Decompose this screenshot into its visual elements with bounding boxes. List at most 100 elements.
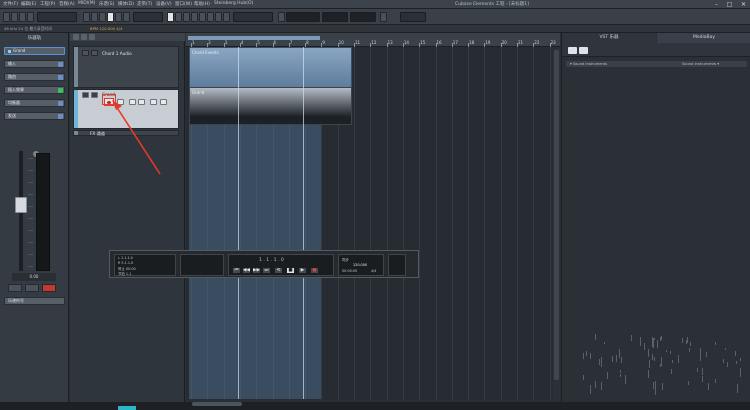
sync-label[interactable]: 同步	[342, 257, 349, 262]
section-toggle-icon[interactable]	[58, 62, 63, 67]
horizontal-scroll-thumb[interactable]	[192, 402, 242, 406]
texture-stroke	[725, 347, 727, 350]
close-icon[interactable]: ✕	[739, 1, 748, 8]
play-button[interactable]: ▶	[298, 267, 307, 274]
mute-button[interactable]	[82, 92, 89, 98]
color-palette-icon[interactable]	[380, 12, 387, 22]
forward-icon[interactable]	[91, 12, 98, 22]
grid-line	[500, 47, 502, 400]
clip-label: Chord Events	[192, 50, 219, 55]
texture-stroke	[702, 376, 704, 383]
menu-help[interactable]: 帮助(H)	[194, 1, 210, 7]
mute-button[interactable]	[82, 50, 89, 56]
play-icon[interactable]	[115, 12, 122, 22]
range-tool-icon[interactable]	[175, 12, 182, 22]
solo-button[interactable]	[91, 50, 98, 56]
inspector-section-eq[interactable]: 均衡器	[4, 99, 65, 107]
tool-group-select[interactable]	[133, 12, 163, 22]
track-name[interactable]: Chord 1 Audio	[102, 51, 132, 56]
mute-button[interactable]	[8, 284, 22, 292]
scroll-thumb[interactable]	[554, 50, 559, 380]
tab-mediabay[interactable]: MediaBay	[657, 33, 750, 43]
stop-icon[interactable]	[107, 12, 114, 22]
menu-score[interactable]: 乐谱(S)	[99, 1, 114, 7]
zoom-tool-icon[interactable]	[207, 12, 214, 22]
right-locator-text[interactable]: R 5.1.1.0	[118, 261, 133, 265]
section-toggle-icon[interactable]	[58, 101, 63, 106]
signature-display[interactable]: 4/4	[371, 269, 376, 273]
mute-tool-icon[interactable]	[215, 12, 222, 22]
inspector-output-routing[interactable]: Grand	[4, 47, 65, 55]
tab-vst-instruments[interactable]: VST 乐器	[562, 33, 656, 43]
menu-window[interactable]: 窗口(W)	[175, 1, 192, 7]
left-locator-text[interactable]: L 1.1.1.0	[118, 256, 133, 260]
instrument-options-icon[interactable]	[579, 47, 588, 54]
draw-tool-icon[interactable]	[223, 12, 230, 22]
forward-button[interactable]: ▶▶	[252, 267, 261, 274]
pool-toggle-icon[interactable]	[27, 12, 34, 22]
menu-midi[interactable]: MIDI(M)	[78, 1, 95, 6]
erase-tool-icon[interactable]	[199, 12, 206, 22]
goto-start-button[interactable]: ⏮	[232, 267, 241, 274]
inspector-section-inserts[interactable]: 插入效果	[4, 86, 65, 94]
inspector-section-sends[interactable]: 发送	[4, 112, 65, 120]
add-instrument-icon[interactable]	[568, 47, 577, 54]
track-name[interactable]: FX 通道	[90, 131, 105, 137]
workspace-button[interactable]	[400, 12, 426, 22]
vertical-scrollbar[interactable]	[553, 47, 560, 400]
solo-button[interactable]	[91, 92, 98, 98]
snap-toggle-icon[interactable]	[278, 12, 285, 22]
record-button[interactable]: ●	[310, 267, 319, 274]
menu-transport[interactable]: 走带(T)	[137, 1, 152, 7]
track-chord[interactable]: Chord 1 Audio	[73, 46, 179, 88]
split-tool-icon[interactable]	[183, 12, 190, 22]
volume-fader-handle[interactable]	[15, 197, 27, 213]
menu-media[interactable]: 媒体(D)	[118, 1, 134, 7]
object-select-tool-icon[interactable]	[167, 12, 174, 22]
position-display[interactable]: 1 . 1 . 1 . 0	[259, 258, 284, 263]
section-toggle-icon[interactable]	[58, 114, 63, 119]
cycle-icon[interactable]	[99, 12, 106, 22]
glue-tool-icon[interactable]	[191, 12, 198, 22]
menu-project[interactable]: 工程(P)	[40, 1, 55, 7]
maximize-icon[interactable]: □	[725, 1, 734, 8]
menu-devices[interactable]: 设备(V)	[156, 1, 172, 7]
inspector-section-input[interactable]: 输入	[4, 60, 65, 68]
header-right-text[interactable]: Sound Instruments ▾	[682, 61, 719, 67]
record-enable-button[interactable]	[42, 284, 56, 292]
midi-part-clip[interactable]: Grand	[189, 87, 352, 125]
header-left-text[interactable]: ▾ Sound Instruments	[570, 61, 607, 67]
grid-type-select[interactable]	[322, 12, 348, 22]
menu-steinberg-hub[interactable]: Steinberg Hub(O)	[214, 1, 253, 6]
track-settings-icon[interactable]	[89, 34, 95, 40]
add-track-icon[interactable]	[73, 34, 79, 40]
menu-audio[interactable]: 音频(A)	[59, 1, 75, 7]
cycle-range-bar[interactable]	[188, 36, 320, 40]
track-filter-icon[interactable]	[81, 34, 87, 40]
goto-end-button[interactable]: ⏭	[262, 267, 271, 274]
texture-stroke	[655, 386, 657, 396]
snap-type-select[interactable]	[286, 12, 320, 22]
section-toggle-icon[interactable]	[58, 75, 63, 80]
rewind-button[interactable]: ◀◀	[242, 267, 251, 274]
minimize-icon[interactable]: –	[712, 1, 721, 8]
inspector-section-routing[interactable]: 路由	[4, 73, 65, 81]
tempo-display[interactable]: 120.000	[353, 263, 367, 267]
chord-event-clip[interactable]: Chord Events	[189, 47, 352, 89]
cycle-button[interactable]: ⟲	[274, 267, 283, 274]
menu-edit[interactable]: 编辑(E)	[21, 1, 36, 7]
inspector-toggle-icon[interactable]	[3, 12, 10, 22]
stop-button[interactable]: ■	[286, 267, 295, 274]
solo-button[interactable]	[25, 284, 39, 292]
menu-file[interactable]: 文件(F)	[3, 1, 18, 7]
nudge-palette[interactable]	[233, 12, 273, 22]
automation-mode-select[interactable]	[37, 12, 77, 22]
quantize-select[interactable]	[350, 12, 376, 22]
rewind-icon[interactable]	[83, 12, 90, 22]
volume-readout[interactable]: 0.00	[12, 273, 56, 281]
infoline-toggle-icon[interactable]	[11, 12, 18, 22]
record-icon[interactable]	[123, 12, 130, 22]
section-active-icon[interactable]	[58, 88, 63, 93]
inspector-section-notation[interactable]: 乐谱符号	[4, 297, 65, 305]
overview-toggle-icon[interactable]	[19, 12, 26, 22]
